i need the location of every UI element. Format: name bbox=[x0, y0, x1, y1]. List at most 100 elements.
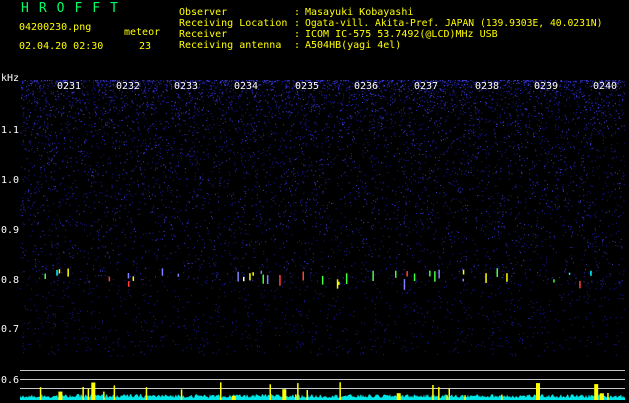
meteor-echo bbox=[406, 271, 408, 277]
meteor-echo bbox=[568, 272, 571, 275]
field-value-antenna: A504HB(yagi 4el) bbox=[305, 40, 402, 51]
meteor-echo bbox=[506, 273, 508, 282]
power-peak bbox=[87, 388, 90, 400]
meteor-echo bbox=[429, 270, 431, 277]
meteor-echo bbox=[462, 278, 464, 282]
meteor-echo bbox=[485, 273, 487, 283]
meteor-echo bbox=[590, 270, 592, 276]
power-peak bbox=[145, 387, 148, 400]
meteor-echo bbox=[321, 275, 324, 285]
field-label-observer: Observer bbox=[179, 7, 228, 18]
meteor-echo bbox=[395, 270, 397, 278]
power-peak bbox=[58, 391, 63, 400]
noise-texture bbox=[20, 80, 625, 357]
tick-label-0-8: 0.8 bbox=[1, 275, 20, 286]
time-label-0239: 0239 bbox=[534, 81, 559, 92]
power-peak bbox=[39, 387, 42, 400]
power-peak bbox=[231, 395, 236, 400]
file-name: 04200230.png bbox=[19, 22, 92, 33]
meteor-label: meteor bbox=[124, 27, 161, 38]
meteor-echo bbox=[249, 273, 251, 281]
power-peak bbox=[113, 385, 116, 400]
power-strip-canvas bbox=[20, 370, 625, 400]
meteor-echo bbox=[243, 276, 245, 282]
meteor-echo bbox=[372, 270, 374, 281]
axis-unit: kHz bbox=[1, 73, 20, 84]
power-peak bbox=[297, 383, 299, 400]
datetime: 02.04.20 02:30 bbox=[19, 41, 104, 52]
field-label-location: Receiving Location bbox=[179, 18, 288, 29]
field-sep-observer: : bbox=[294, 7, 301, 18]
field-value-location: Ogata-vill. Akita-Pref. JAPAN (139.9303E… bbox=[305, 18, 603, 29]
power-peak bbox=[306, 390, 308, 400]
meteor-echo bbox=[345, 273, 348, 284]
meteor-echo bbox=[553, 279, 555, 283]
meteor-echo bbox=[127, 273, 130, 279]
meteor-echo bbox=[579, 281, 581, 289]
meteor-echo bbox=[67, 268, 69, 277]
time-label-0234: 0234 bbox=[234, 81, 259, 92]
header-panel: HROFFT 04200230.png meteor 02.04.20 02:3… bbox=[0, 0, 629, 80]
power-peak bbox=[594, 384, 599, 400]
power-peak bbox=[464, 395, 466, 400]
power-peak bbox=[607, 393, 609, 400]
meteor-echo bbox=[260, 270, 263, 274]
time-label-0231: 0231 bbox=[57, 81, 82, 92]
power-peak bbox=[220, 382, 222, 400]
field-value-observer: Masayuki Kobayashi bbox=[305, 7, 414, 18]
power-peak bbox=[438, 387, 440, 400]
time-label-0237: 0237 bbox=[414, 81, 439, 92]
meteor-echo bbox=[237, 271, 239, 282]
power-peak bbox=[536, 383, 540, 400]
meteor-echo bbox=[496, 268, 498, 277]
meteor-echo bbox=[438, 269, 440, 279]
time-label-0233: 0233 bbox=[174, 81, 199, 92]
power-peak bbox=[599, 393, 604, 400]
field-label-antenna: Receiving antenna bbox=[179, 40, 282, 51]
tick-label-1-1: 1.1 bbox=[1, 125, 20, 136]
power-peak bbox=[396, 393, 401, 400]
meteor-echo bbox=[302, 271, 304, 281]
meteor-echo bbox=[161, 268, 164, 276]
meteor-echo bbox=[177, 273, 180, 277]
meteor-echo bbox=[338, 281, 340, 285]
meteor-echo bbox=[336, 279, 339, 289]
power-peak bbox=[91, 382, 96, 400]
power-peak bbox=[501, 394, 503, 400]
meteor-echo bbox=[44, 273, 46, 279]
spectrogram bbox=[20, 80, 625, 370]
field-sep-antenna: : bbox=[294, 40, 301, 51]
meteor-echo bbox=[252, 272, 254, 276]
power-peak bbox=[432, 385, 434, 400]
app-name: HROFFT bbox=[21, 1, 128, 16]
tick-label-1-0: 1.0 bbox=[1, 175, 20, 186]
field-label-receiver: Receiver bbox=[179, 29, 228, 40]
meteor-echo bbox=[434, 271, 436, 282]
time-label-0240: 0240 bbox=[593, 81, 618, 92]
meteor-echo bbox=[108, 276, 111, 282]
time-label-0235: 0235 bbox=[295, 81, 320, 92]
meteor-echo bbox=[403, 279, 406, 290]
power-baseline bbox=[20, 394, 625, 400]
power-peak bbox=[103, 391, 105, 400]
power-peak bbox=[446, 395, 448, 400]
tick-label-0-9: 0.9 bbox=[1, 225, 20, 236]
time-label-0232: 0232 bbox=[116, 81, 141, 92]
field-sep-location: : bbox=[294, 18, 301, 29]
meteor-echo bbox=[56, 270, 58, 276]
field-value-receiver: ICOM IC-575 53.7492(@LCD)MHz USB bbox=[305, 29, 498, 40]
meteor-count: 23 bbox=[139, 41, 152, 52]
power-peak bbox=[180, 389, 183, 400]
meteor-echo bbox=[262, 274, 264, 284]
power-peak bbox=[448, 388, 450, 400]
power-peak bbox=[282, 389, 287, 400]
meteor-echo bbox=[128, 281, 130, 287]
power-peak bbox=[269, 384, 271, 400]
meteor-echo bbox=[413, 273, 416, 281]
tick-label-0-7: 0.7 bbox=[1, 324, 20, 335]
meteor-echo bbox=[279, 275, 281, 286]
power-peak bbox=[295, 394, 297, 400]
power-strip bbox=[20, 370, 625, 400]
power-peak bbox=[339, 382, 341, 400]
meteor-echo bbox=[132, 276, 135, 281]
